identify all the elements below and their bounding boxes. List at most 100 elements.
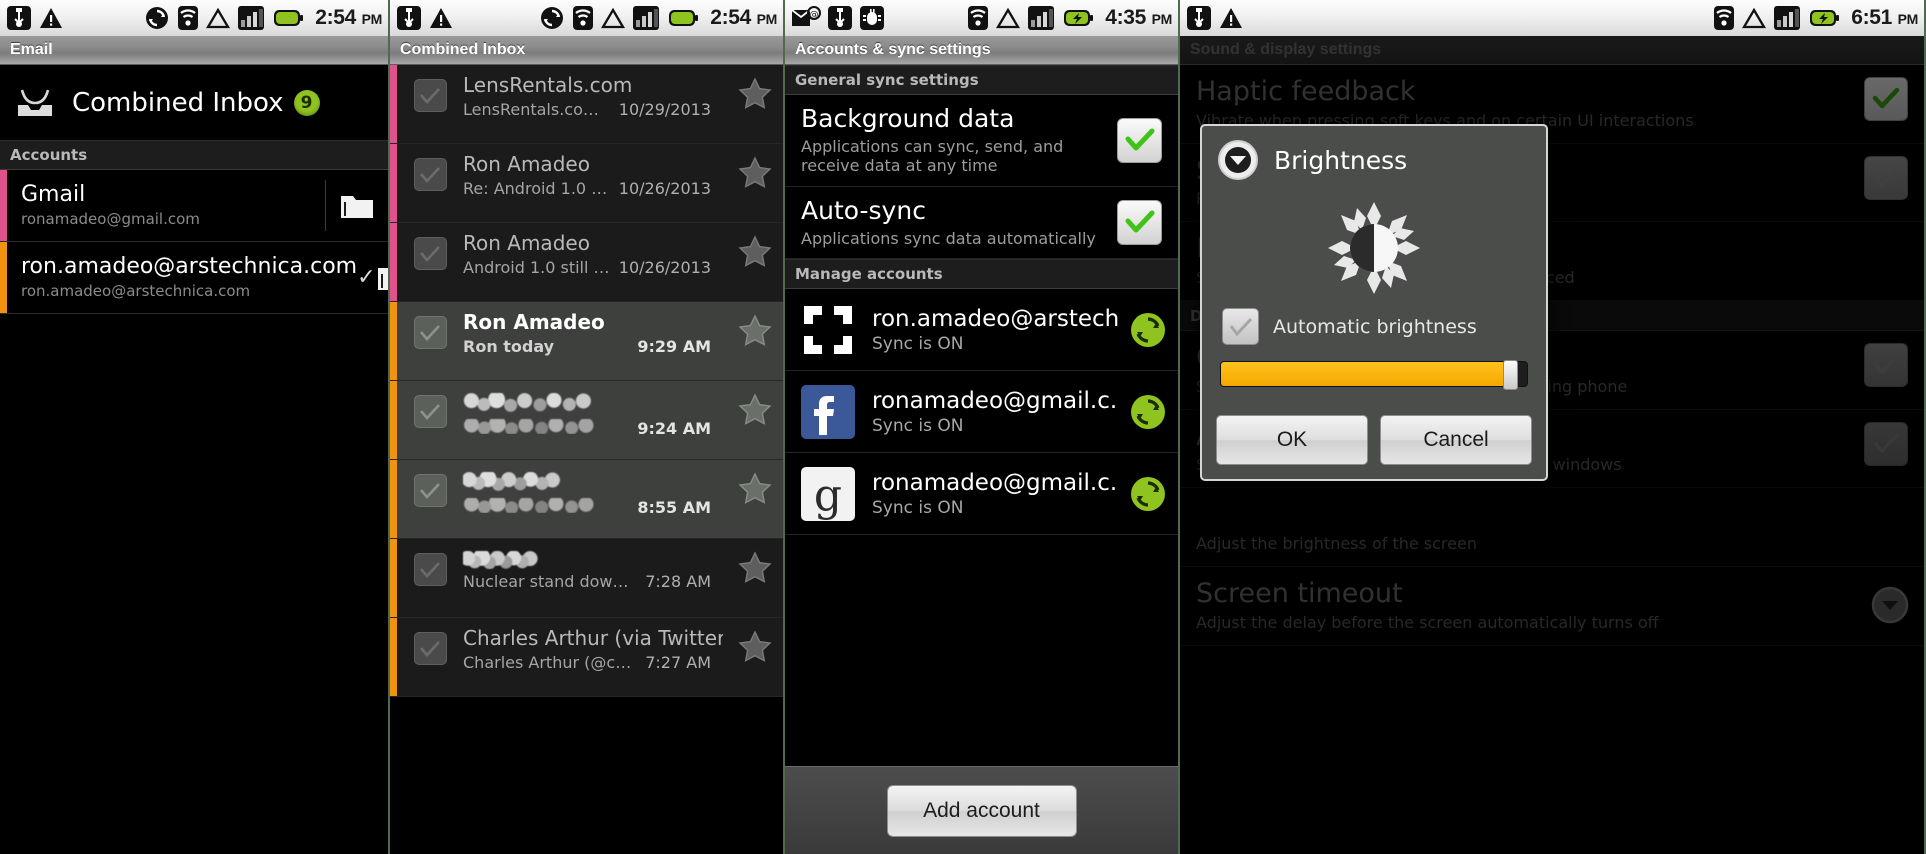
mail-row[interactable]: Charles Arthur (via Twitter) Charles Art… (390, 618, 783, 697)
setting-row-brightness[interactable]: Brightness Adjust the brightness of the … (1180, 488, 1924, 568)
star-icon (738, 472, 772, 504)
mail-star-button[interactable] (727, 223, 783, 301)
sync-account-status: Sync is ON (872, 497, 964, 518)
account-folders-button[interactable] (376, 263, 388, 293)
mail-row[interactable]: Ron Amadeo Re: Android 1.0 still works?!… (390, 144, 783, 223)
mail-star-button[interactable] (727, 460, 783, 538)
account-info: ron.amadeo@arstechnica.com ron.amadeo@ar… (7, 247, 357, 308)
mail-star-button[interactable] (727, 539, 783, 617)
sync-account-row-facebook[interactable]: ronamadeo@gmail.c... Sync is ON (785, 371, 1178, 454)
account-row-arstechnica[interactable]: ron.amadeo@arstechnica.com ron.amadeo@ar… (0, 242, 388, 314)
mail-checkbox[interactable] (397, 223, 463, 301)
orientation-checkbox[interactable] (1864, 343, 1908, 388)
status-clock: 4:35 PM (1105, 6, 1172, 29)
background-data-checkbox[interactable] (1117, 117, 1162, 163)
brightness-slider-thumb[interactable] (1502, 360, 1518, 390)
sync-icon (146, 7, 169, 29)
setting-row-screen-timeout[interactable]: Screen timeout Adjust the delay before t… (1180, 567, 1924, 646)
mail-star-button[interactable] (727, 302, 783, 380)
status-right-icons: 2:54 PM (539, 5, 777, 31)
sync-icon (541, 7, 564, 29)
mail-star-button[interactable] (727, 144, 783, 222)
title-bar: Combined Inbox (390, 36, 783, 65)
panel-accounts-sync-settings: @ 4:35 PM Accounts & sync settings Gener… (785, 0, 1180, 854)
sync-account-name: ronamadeo@gmail.c... (872, 387, 1118, 414)
mail-body: Ron Amadeo Re: Android 1.0 still works?!… (463, 144, 727, 222)
triangle-icon (206, 7, 231, 29)
signal-icon (238, 6, 265, 30)
sd-card-notifications-checkbox[interactable] (1864, 155, 1908, 200)
setting-row-auto-sync[interactable]: Auto-sync Applications sync data automat… (785, 186, 1178, 260)
animation-checkbox[interactable] (1864, 421, 1908, 466)
sync-account-text: ron.amadeo@arstech... Sync is ON (872, 306, 1118, 354)
mail-star-button[interactable] (727, 65, 783, 143)
brightness-slider[interactable] (1220, 360, 1528, 390)
automatic-brightness-row[interactable]: Automatic brightness (1218, 306, 1530, 361)
mail-subject (463, 494, 629, 513)
panel-combined-inbox: 2:54 PM Combined Inbox LensRentals.com L… (390, 0, 785, 854)
mail-row[interactable]: Ron Amadeo Android 1.0 still works?! 10/2… (390, 223, 783, 302)
warning-icon (1220, 8, 1242, 28)
mail-row[interactable]: Ron Amadeo Ron today 9:29 AM (390, 302, 783, 381)
ok-button[interactable]: OK (1216, 415, 1368, 465)
title-bar-label: Accounts & sync settings (795, 41, 991, 58)
mail-star-button[interactable] (727, 618, 783, 696)
haptic-feedback-checkbox[interactable] (1864, 77, 1908, 121)
mail-checkbox[interactable] (397, 381, 463, 459)
status-right-icons: 6:51 PM (1713, 5, 1918, 31)
redacted-sender (463, 393, 604, 412)
setting-row-background-data[interactable]: Background data Applications can sync, s… (785, 95, 1178, 187)
redacted-sender (463, 472, 567, 491)
mail-checkbox[interactable] (397, 539, 463, 617)
title-bar-label: Email (10, 41, 53, 58)
mail-star-button[interactable] (727, 381, 783, 459)
add-account-button[interactable]: Add account (886, 784, 1077, 837)
combined-inbox-header[interactable]: Combined Inbox 9 (0, 65, 388, 140)
mail-row-redacted[interactable]: 9:24 AM (390, 381, 783, 460)
sync-account-name: ron.amadeo@arstech... (872, 305, 1118, 332)
dialog-body: Automatic brightness (1202, 192, 1546, 415)
sync-account-row-google[interactable]: g ronamadeo@gmail.c... Sync is ON (785, 453, 1178, 536)
battery-icon (669, 10, 699, 26)
sync-account-text: ronamadeo@gmail.c... Sync is ON (872, 388, 1118, 436)
setting-subtitle: Adjust the brightness of the screen (1196, 534, 1477, 554)
battery-charging-icon (1810, 10, 1840, 26)
signal-icon (633, 6, 660, 30)
wifi-icon (178, 6, 199, 30)
cancel-button[interactable]: Cancel (1380, 415, 1532, 465)
dialog-header: Brightness (1202, 126, 1546, 192)
mail-row[interactable]: Nuclear stand down: Google, Sa... 7:28 AM (390, 539, 783, 618)
automatic-brightness-checkbox[interactable] (1222, 308, 1259, 345)
mail-sender: LensRentals.com (463, 73, 633, 97)
screen-timeout-chevron[interactable] (1866, 579, 1914, 625)
account-row-gmail[interactable]: Gmail ronamadeo@gmail.com (0, 170, 388, 242)
setting-text: Brightness Adjust the brightness of the … (1196, 500, 1924, 554)
mail-row[interactable]: LensRentals.com LensRentals.com - Order … (390, 65, 783, 144)
add-account-bar: Add account (785, 766, 1178, 854)
auto-sync-checkbox[interactable] (1117, 199, 1162, 245)
account-email: ronamadeo@gmail.com (21, 209, 200, 228)
setting-text: Auto-sync Applications sync data automat… (801, 196, 1117, 248)
mail-checkbox[interactable] (397, 302, 463, 380)
mail-color-stripe (390, 302, 397, 380)
mail-subject: LensRentals.com - Order 24... (463, 100, 611, 119)
mail-checkbox[interactable] (397, 460, 463, 538)
account-color-stripe (0, 242, 7, 313)
check-glyph-icon (420, 640, 440, 657)
general-sync-section-header: General sync settings (785, 65, 1178, 95)
mail-checkbox[interactable] (397, 65, 463, 143)
title-bar: Sound & display settings (1180, 36, 1924, 65)
setting-text: Haptic feedback Vibrate when pressing so… (1196, 77, 1864, 131)
mail-checkbox[interactable] (397, 618, 463, 696)
mail-checkbox[interactable] (397, 144, 463, 222)
star-icon (738, 630, 772, 662)
sync-account-row-exchange[interactable]: ron.amadeo@arstech... Sync is ON (785, 289, 1178, 372)
inbox-icon (18, 89, 52, 116)
account-folders-button[interactable] (326, 191, 388, 221)
mail-row-redacted[interactable]: 8:55 AM (390, 460, 783, 539)
status-bar: 6:51 PM (1180, 0, 1924, 36)
check-glyph-icon (420, 403, 440, 420)
mail-color-stripe (390, 381, 397, 459)
star-icon (738, 235, 772, 267)
battery-charging-icon (1064, 10, 1094, 26)
